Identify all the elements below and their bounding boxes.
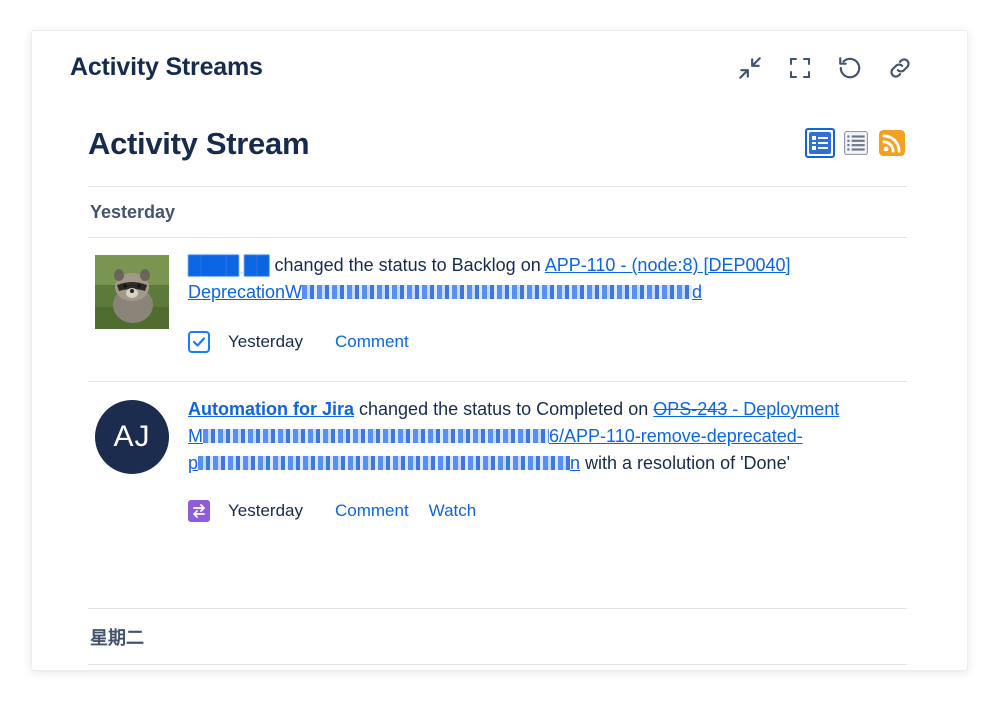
list-view-icon[interactable] [841, 128, 871, 158]
watch-link[interactable]: Watch [429, 501, 477, 521]
transition-icon [188, 500, 210, 522]
activity-description: ████ ██ changed the status to Backlog on… [188, 252, 903, 306]
refresh-icon[interactable] [835, 53, 865, 83]
activity-timestamp: Yesterday [228, 501, 303, 520]
avatar[interactable]: AJ [95, 400, 169, 474]
issue-title-part: DeprecationW [188, 282, 303, 302]
activity-meta: Yesterday Comment Watch [188, 500, 496, 522]
activity-timestamp: Yesterday [228, 332, 303, 351]
view-switcher [805, 128, 907, 158]
actor-link[interactable]: ████ ██ [188, 255, 270, 275]
issue-title-part: M [188, 426, 203, 446]
activity-description: Automation for Jira changed the status t… [188, 396, 903, 477]
day-group-label: 星期二 [90, 628, 144, 648]
redacted-text [198, 456, 571, 470]
issue-title-part: p [188, 453, 199, 473]
full-view-icon[interactable] [805, 128, 835, 158]
gadget-title: Activity Streams [70, 53, 263, 81]
actor-link[interactable]: Automation for Jira [188, 399, 354, 419]
activity-stream: Activity Stream Yesterday ████ ██ change… [88, 126, 907, 665]
comment-link[interactable]: Comment [335, 501, 409, 521]
comment-link[interactable]: Comment [335, 332, 409, 352]
stream-title: Activity Stream [88, 126, 310, 161]
redacted-text [302, 285, 693, 299]
activity-item: AJ Automation for Jira changed the statu… [88, 382, 907, 608]
issue-key: OPS-243 [653, 399, 728, 419]
issue-title-part: APP-110 - (node:8) [DEP0040] [544, 255, 791, 275]
avatar[interactable] [95, 255, 169, 329]
fullscreen-icon[interactable] [785, 53, 815, 83]
issue-title-part: n [570, 453, 581, 473]
activity-meta: Yesterday Comment [188, 331, 429, 353]
rss-feed-icon[interactable] [877, 128, 907, 158]
issue-title-part: 6/APP-110-remove-deprecated- [549, 426, 803, 446]
divider [88, 664, 907, 665]
activity-verb: changed the status to Backlog on [269, 255, 545, 275]
minimize-icon[interactable] [735, 53, 765, 83]
stream-header: Activity Stream [88, 126, 907, 186]
task-checkbox-icon [188, 331, 210, 353]
redacted-text [203, 429, 549, 443]
issue-title-part: - Deployment [727, 399, 840, 419]
gadget-actions [735, 53, 915, 83]
link-icon[interactable] [885, 53, 915, 83]
activity-verb: changed the status to Completed on [354, 399, 654, 419]
activity-streams-gadget: Activity Streams Activity Stream Yesterd… [31, 30, 968, 671]
activity-item: ████ ██ changed the status to Backlog on… [88, 238, 907, 381]
resolution-text: with a resolution of 'Done' [580, 453, 791, 473]
day-group-label: Yesterday [90, 202, 176, 222]
